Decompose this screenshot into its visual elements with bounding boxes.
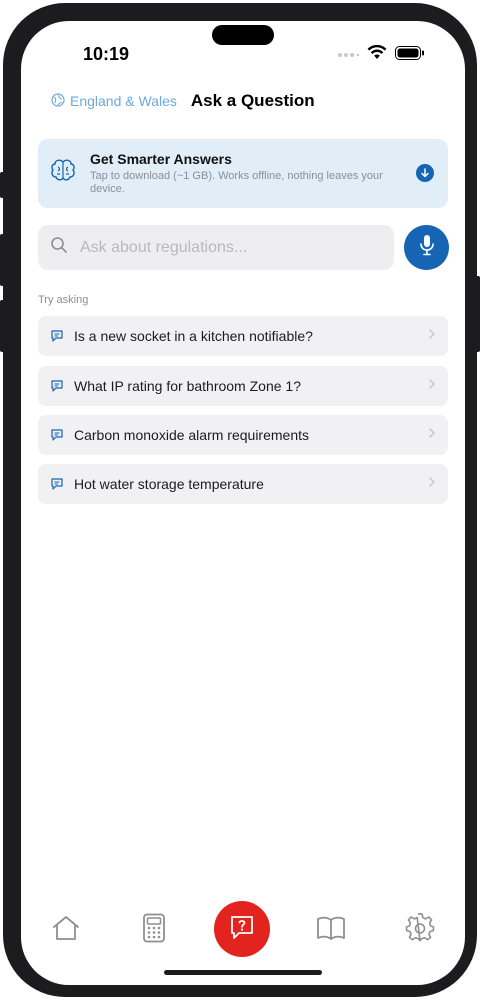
search-bar[interactable] [38,225,394,270]
status-time: 10:19 [83,44,130,64]
region-selector[interactable]: England & Wales [51,92,177,110]
microphone-icon [419,234,435,261]
voice-input-button[interactable] [404,225,449,270]
phone-frame: 10:19 England & Wales Ask a Question Get… [3,3,477,997]
brain-icon [50,159,76,188]
suggestion-item[interactable]: Carbon monoxide alarm requirements [38,415,448,455]
download-icon[interactable] [416,164,434,182]
battery-icon [395,45,425,65]
book-icon[interactable] [316,913,346,948]
download-model-banner[interactable]: Get Smarter Answers Tap to download (~1 … [38,139,448,208]
chevron-right-icon [428,475,436,493]
page-title: Ask a Question [190,91,315,110]
calculator-icon[interactable] [141,913,167,948]
search-icon [50,236,68,259]
chat-bubble-icon [50,477,64,491]
status-icons [337,44,425,65]
home-icon[interactable] [51,913,81,948]
chevron-right-icon [428,377,436,395]
suggestion-item[interactable]: Is a new socket in a kitchen notifiable? [38,316,448,356]
suggestion-label: What IP rating for bathroom Zone 1? [74,378,301,394]
cellular-signal-icon [337,46,360,64]
globe-icon [51,92,65,110]
suggestion-label: Carbon monoxide alarm requirements [74,427,309,443]
chat-bubble-icon [50,428,64,442]
suggestions-heading: Try asking [38,294,89,306]
ask-question-icon [229,914,255,945]
home-indicator [164,970,322,975]
header: England & Wales Ask a Question [51,91,315,111]
region-label: England & Wales [70,93,177,109]
ask-question-button[interactable] [214,901,270,957]
chat-bubble-icon [50,329,64,343]
dynamic-island [212,25,274,45]
suggestion-label: Is a new socket in a kitchen notifiable? [74,328,313,344]
suggestion-item[interactable]: Hot water storage temperature [38,464,448,504]
banner-subtitle: Tap to download (~1 GB). Works offline, … [90,170,383,195]
gear-icon[interactable] [405,913,435,948]
screen: 10:19 England & Wales Ask a Question Get… [21,21,465,985]
chevron-right-icon [428,327,436,345]
chevron-right-icon [428,426,436,444]
chat-bubble-icon [50,379,64,393]
wifi-icon [367,44,387,65]
search-input[interactable] [78,237,382,258]
banner-title: Get Smarter Answers [90,151,232,167]
suggestion-item[interactable]: What IP rating for bathroom Zone 1? [38,366,448,406]
suggestion-label: Hot water storage temperature [74,476,264,492]
